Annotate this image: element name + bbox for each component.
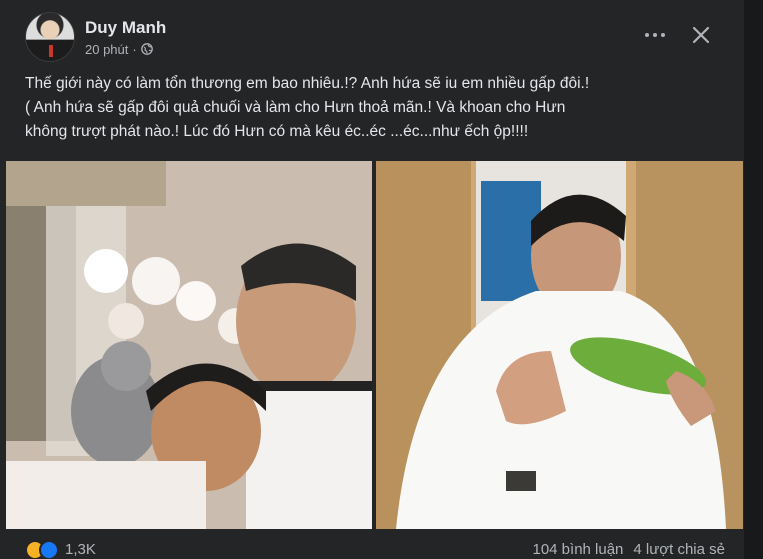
comment-count[interactable]: 104 bình luận xyxy=(532,541,623,558)
post-body-text: Thế giới này có làm tổn thương em bao nh… xyxy=(25,75,590,140)
post-time[interactable]: 20 phút xyxy=(85,42,128,57)
avatar-tie xyxy=(49,45,53,57)
engagement-stats: 104 bình luận 4 lượt chia sẻ xyxy=(532,541,725,558)
author-name[interactable]: Duy Manh xyxy=(85,18,166,38)
close-icon xyxy=(692,26,710,44)
post-footer: 1,3K 104 bình luận 4 lượt chia sẻ xyxy=(25,539,725,559)
meta-separator: · xyxy=(132,41,137,57)
reaction-count[interactable]: 1,3K xyxy=(65,541,96,558)
photo-left[interactable] xyxy=(6,161,372,529)
close-button[interactable] xyxy=(686,20,716,50)
more-icon xyxy=(645,33,649,37)
post-card: Duy Manh 20 phút · Thế giới này có làm t… xyxy=(0,0,763,559)
author-avatar[interactable] xyxy=(25,12,75,62)
photo-right[interactable] xyxy=(376,161,743,529)
reaction-summary[interactable]: 1,3K xyxy=(25,539,96,559)
share-count[interactable]: 4 lượt chia sẻ xyxy=(633,541,725,558)
like-icon xyxy=(39,539,59,559)
page-background xyxy=(744,0,763,559)
post-meta: 20 phút · xyxy=(85,42,166,57)
photo-left-illustration xyxy=(6,161,372,529)
author-info: Duy Manh 20 phút · xyxy=(85,18,166,57)
photo-grid xyxy=(6,161,743,529)
more-options-button[interactable] xyxy=(640,22,670,48)
post-header: Duy Manh 20 phút · xyxy=(25,12,166,62)
globe-icon[interactable] xyxy=(140,43,153,55)
photo-right-illustration xyxy=(376,161,743,529)
